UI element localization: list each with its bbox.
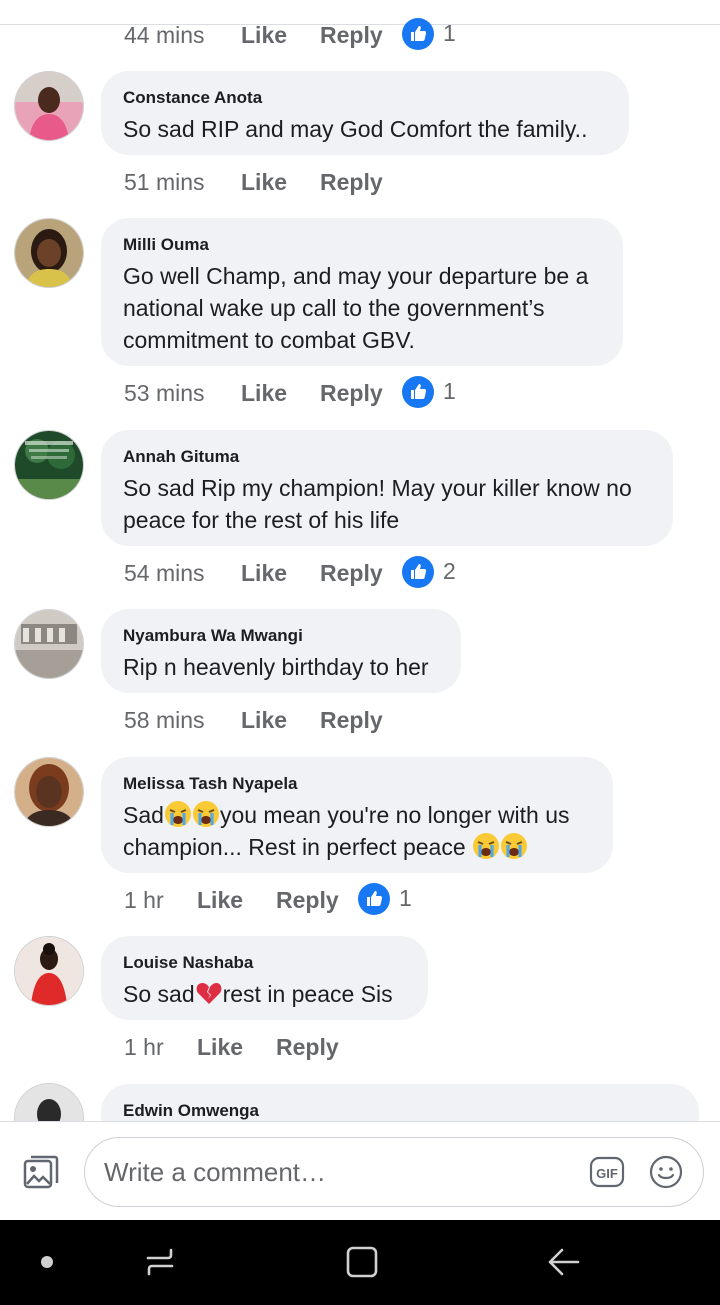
comment-time: 54 mins: [124, 560, 205, 586]
comment-meta: 53 mins Like Reply 1: [0, 372, 720, 412]
comment-bubble[interactable]: Louise Nashaba So sad rest in peace Sis: [101, 936, 428, 1020]
comment-text: So sad RIP and may God Comfort the famil…: [123, 116, 588, 142]
comment-author[interactable]: Constance Anota: [123, 87, 607, 109]
comment-text: So sad Rip my champion! May your killer …: [123, 475, 639, 533]
thumbs-up-icon[interactable]: [402, 376, 434, 408]
recent-apps-icon[interactable]: [142, 1244, 178, 1280]
comment-bubble[interactable]: Annah Gituma So sad Rip my champion! May…: [101, 430, 673, 546]
comment-text-part: So sad: [123, 981, 195, 1007]
avatar[interactable]: [15, 937, 83, 1005]
comment-time: 44 mins: [124, 22, 205, 48]
comment-author[interactable]: Annah Gituma: [123, 446, 651, 468]
avatar[interactable]: [15, 431, 83, 499]
comment-text-part: rest in peace Sis: [222, 981, 393, 1007]
comment-meta: 58 mins Like Reply: [0, 699, 720, 739]
reaction-count: 1: [399, 885, 412, 911]
loudly-crying-face-icon: [473, 833, 500, 859]
avatar[interactable]: [15, 219, 83, 287]
loudly-crying-face-icon: [164, 801, 191, 827]
comment-bubble[interactable]: Edwin Omwenga: [101, 1084, 699, 1121]
comment-author[interactable]: Melissa Tash Nyapela: [123, 773, 591, 795]
reply-button[interactable]: Reply: [320, 169, 383, 196]
reaction-count: 2: [443, 558, 456, 584]
like-button[interactable]: Like: [241, 380, 287, 407]
like-button[interactable]: Like: [197, 1034, 243, 1061]
comment-meta: 1 hr Like Reply: [0, 1026, 720, 1066]
comment-meta: 51 mins Like Reply: [0, 161, 720, 201]
system-navigation-bar: [0, 1220, 720, 1305]
dot-icon[interactable]: [40, 1255, 54, 1269]
gif-icon[interactable]: GIF: [589, 1155, 625, 1189]
comment-author[interactable]: Louise Nashaba: [123, 952, 406, 974]
comment-author[interactable]: Nyambura Wa Mwangi: [123, 625, 439, 647]
like-button[interactable]: Like: [241, 22, 287, 49]
comment-time: 53 mins: [124, 380, 205, 406]
comment-bubble[interactable]: Constance Anota So sad RIP and may God C…: [101, 71, 629, 155]
comment-composer: Write a comment… GIF: [0, 1121, 720, 1221]
reaction-count: 1: [443, 378, 456, 404]
comment-text: Go well Champ, and may your departure be…: [123, 263, 595, 353]
comments-list[interactable]: 44 mins Like Reply 1 Constance Anota So …: [0, 0, 720, 1121]
photo-gallery-icon[interactable]: [22, 1154, 60, 1192]
comment-meta-previous: 44 mins Like Reply 1: [0, 14, 720, 54]
reaction-count: 1: [443, 20, 456, 46]
back-icon[interactable]: [546, 1244, 582, 1280]
avatar[interactable]: [15, 1084, 83, 1121]
comment-input-placeholder: Write a comment…: [104, 1157, 327, 1187]
comment-time: 1 hr: [124, 1034, 164, 1060]
comment-bubble[interactable]: Milli Ouma Go well Champ, and may your d…: [101, 218, 623, 366]
like-button[interactable]: Like: [241, 560, 287, 587]
reply-button[interactable]: Reply: [320, 22, 383, 49]
comment-text: Sad you mean you're no longer with us cha…: [123, 799, 591, 863]
comment-text-part: Sad: [123, 802, 164, 828]
loudly-crying-face-icon: [192, 801, 219, 827]
reply-button[interactable]: Reply: [276, 1034, 339, 1061]
gif-label: GIF: [596, 1166, 618, 1181]
avatar[interactable]: [15, 610, 83, 678]
comment-bubble[interactable]: Melissa Tash Nyapela Sad you mean you're …: [101, 757, 613, 873]
loudly-crying-face-icon: [501, 833, 528, 859]
thumbs-up-icon[interactable]: [358, 883, 390, 915]
reply-button[interactable]: Reply: [276, 887, 339, 914]
smiley-icon[interactable]: [649, 1155, 683, 1189]
like-button[interactable]: Like: [241, 707, 287, 734]
like-button[interactable]: Like: [197, 887, 243, 914]
comment-input[interactable]: Write a comment… GIF: [84, 1137, 704, 1207]
broken-heart-icon: [196, 983, 222, 1004]
comment-time: 1 hr: [124, 887, 164, 913]
comment-bubble[interactable]: Nyambura Wa Mwangi Rip n heavenly birthd…: [101, 609, 461, 693]
home-icon[interactable]: [344, 1244, 380, 1280]
reply-button[interactable]: Reply: [320, 560, 383, 587]
reply-button[interactable]: Reply: [320, 707, 383, 734]
comment-time: 58 mins: [124, 707, 205, 733]
comment-author[interactable]: Milli Ouma: [123, 234, 601, 256]
reply-button[interactable]: Reply: [320, 380, 383, 407]
comment-time: 51 mins: [124, 169, 205, 195]
comment-meta: 54 mins Like Reply 2: [0, 552, 720, 592]
comment-meta: 1 hr Like Reply 1: [0, 879, 720, 919]
thumbs-up-icon[interactable]: [402, 556, 434, 588]
like-button[interactable]: Like: [241, 169, 287, 196]
thumbs-up-icon[interactable]: [402, 18, 434, 50]
avatar[interactable]: [15, 758, 83, 826]
comment-text: Rip n heavenly birthday to her: [123, 654, 429, 680]
avatar[interactable]: [15, 72, 83, 140]
comment-text: So sad rest in peace Sis: [123, 978, 406, 1010]
comment-author[interactable]: Edwin Omwenga: [123, 1100, 677, 1121]
